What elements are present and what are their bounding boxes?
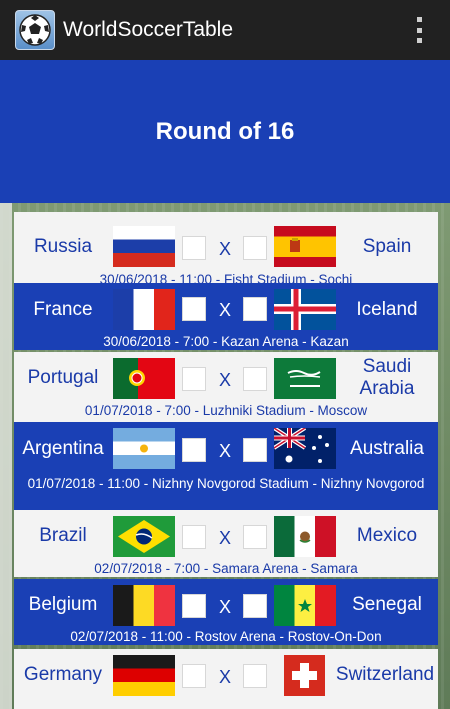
away-team-name: Mexico xyxy=(356,525,418,546)
home-team-name: France xyxy=(33,299,93,320)
soccer-ball-icon xyxy=(15,10,55,50)
away-team-name: Iceland xyxy=(356,299,418,320)
match-card[interactable]: Belgium X Senegal 02/07/2018 - 11:00 - R… xyxy=(14,579,438,645)
away-team-name: Saudi Arabia xyxy=(359,356,415,399)
match-card[interactable]: Argentina X Australia 01/07/2018 - 11:00… xyxy=(14,422,438,510)
home-score-field[interactable] xyxy=(182,594,206,618)
away-team-name: Australia xyxy=(350,438,424,459)
match-info: 30/06/2018 - 7:00 - Kazan Arena - Kazan xyxy=(103,334,349,349)
home-team-name: Brazil xyxy=(39,525,87,546)
home-score-field[interactable] xyxy=(182,236,206,260)
spain-flag-icon xyxy=(274,226,336,267)
match-info: 02/07/2018 - 11:00 - Rostov Arena - Rost… xyxy=(70,629,382,644)
away-team-name: Switzerland xyxy=(335,664,435,685)
app-bar: WorldSoccerTable xyxy=(0,0,450,60)
saudi-arabia-flag-icon xyxy=(274,358,336,399)
iceland-flag-icon xyxy=(274,289,336,330)
home-team-name: Belgium xyxy=(28,594,98,615)
switzerland-flag-icon xyxy=(284,655,325,696)
match-card[interactable]: Germany X Switzerland xyxy=(14,649,438,709)
versus-label: X xyxy=(218,597,231,617)
away-team-name: Senegal xyxy=(352,594,422,615)
versus-label: X xyxy=(218,239,231,259)
france-flag-icon xyxy=(113,289,175,330)
app-title: WorldSoccerTable xyxy=(63,18,234,41)
home-team-name: Argentina xyxy=(22,438,104,459)
away-score-field[interactable] xyxy=(243,594,267,618)
match-list[interactable]: Russia X Spain 30/06/2018 - 11:00 - Fish… xyxy=(0,203,450,709)
home-score-field[interactable] xyxy=(182,438,206,462)
versus-label: X xyxy=(218,370,231,390)
germany-flag-icon xyxy=(113,655,175,696)
away-score-field[interactable] xyxy=(243,664,267,688)
away-score-field[interactable] xyxy=(243,438,267,462)
brazil-flag-icon xyxy=(113,516,175,557)
senegal-flag-icon xyxy=(274,585,336,626)
home-score-field[interactable] xyxy=(182,297,206,321)
mexico-flag-icon xyxy=(274,516,336,557)
belgium-flag-icon xyxy=(113,585,175,626)
round-header: Round of 16 xyxy=(0,60,450,203)
away-score-field[interactable] xyxy=(243,525,267,549)
overflow-menu-icon[interactable] xyxy=(416,17,422,43)
argentina-flag-icon xyxy=(113,428,175,469)
away-score-field[interactable] xyxy=(243,236,267,260)
home-team-name: Germany xyxy=(23,664,103,685)
home-score-field[interactable] xyxy=(182,367,206,391)
away-score-field[interactable] xyxy=(243,367,267,391)
match-card[interactable]: Brazil X Mexico 02/07/2018 - 7:00 - Sama… xyxy=(14,510,438,577)
versus-label: X xyxy=(218,528,231,548)
match-card[interactable]: Russia X Spain 30/06/2018 - 11:00 - Fish… xyxy=(14,212,438,287)
match-card[interactable]: Portugal X Saudi Arabia 01/07/2018 - 7:0… xyxy=(14,352,438,422)
away-team-name: Spain xyxy=(362,236,412,257)
russia-flag-icon xyxy=(113,226,175,267)
match-card[interactable]: France X Iceland 30/06/2018 - 7:00 - Kaz… xyxy=(14,283,438,350)
page-title: Round of 16 xyxy=(155,117,295,145)
versus-label: X xyxy=(218,441,231,461)
away-score-field[interactable] xyxy=(243,297,267,321)
portugal-flag-icon xyxy=(113,358,175,399)
home-score-field[interactable] xyxy=(182,525,206,549)
australia-flag-icon xyxy=(274,428,336,469)
home-team-name: Russia xyxy=(33,236,93,257)
match-info: 01/07/2018 - 7:00 - Luzhniki Stadium - M… xyxy=(84,403,368,418)
home-score-field[interactable] xyxy=(182,664,206,688)
match-info: 01/07/2018 - 11:00 - Nizhny Novgorod Sta… xyxy=(27,476,425,491)
home-team-name: Portugal xyxy=(27,367,99,388)
versus-label: X xyxy=(218,667,231,687)
versus-label: X xyxy=(218,300,231,320)
match-info: 02/07/2018 - 7:00 - Samara Arena - Samar… xyxy=(94,561,358,576)
